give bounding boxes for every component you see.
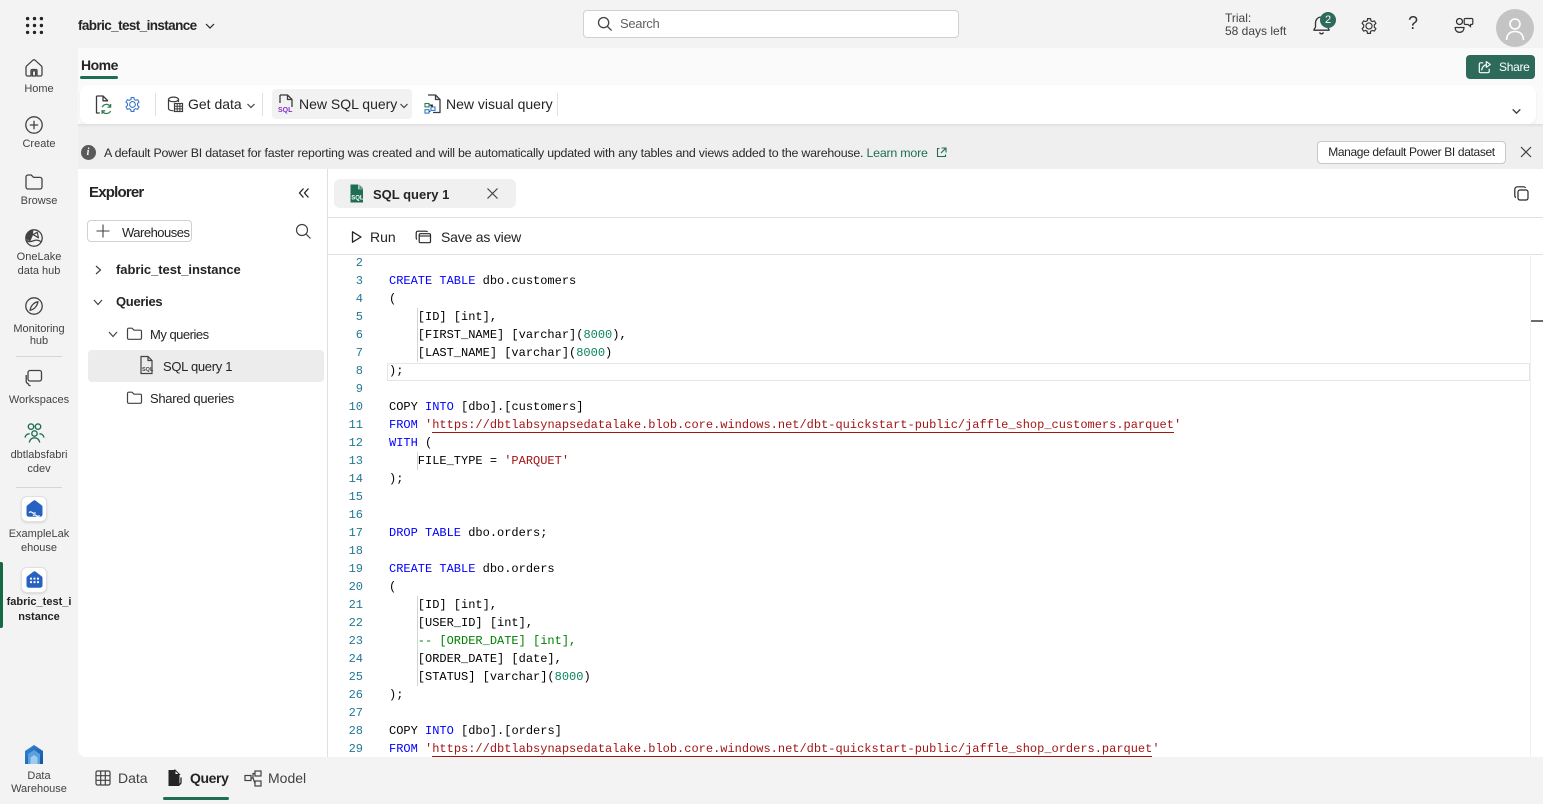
svg-text:SQL: SQL bbox=[351, 196, 364, 202]
svg-text:SQL: SQL bbox=[142, 367, 154, 373]
svg-text:SQL: SQL bbox=[278, 107, 293, 114]
